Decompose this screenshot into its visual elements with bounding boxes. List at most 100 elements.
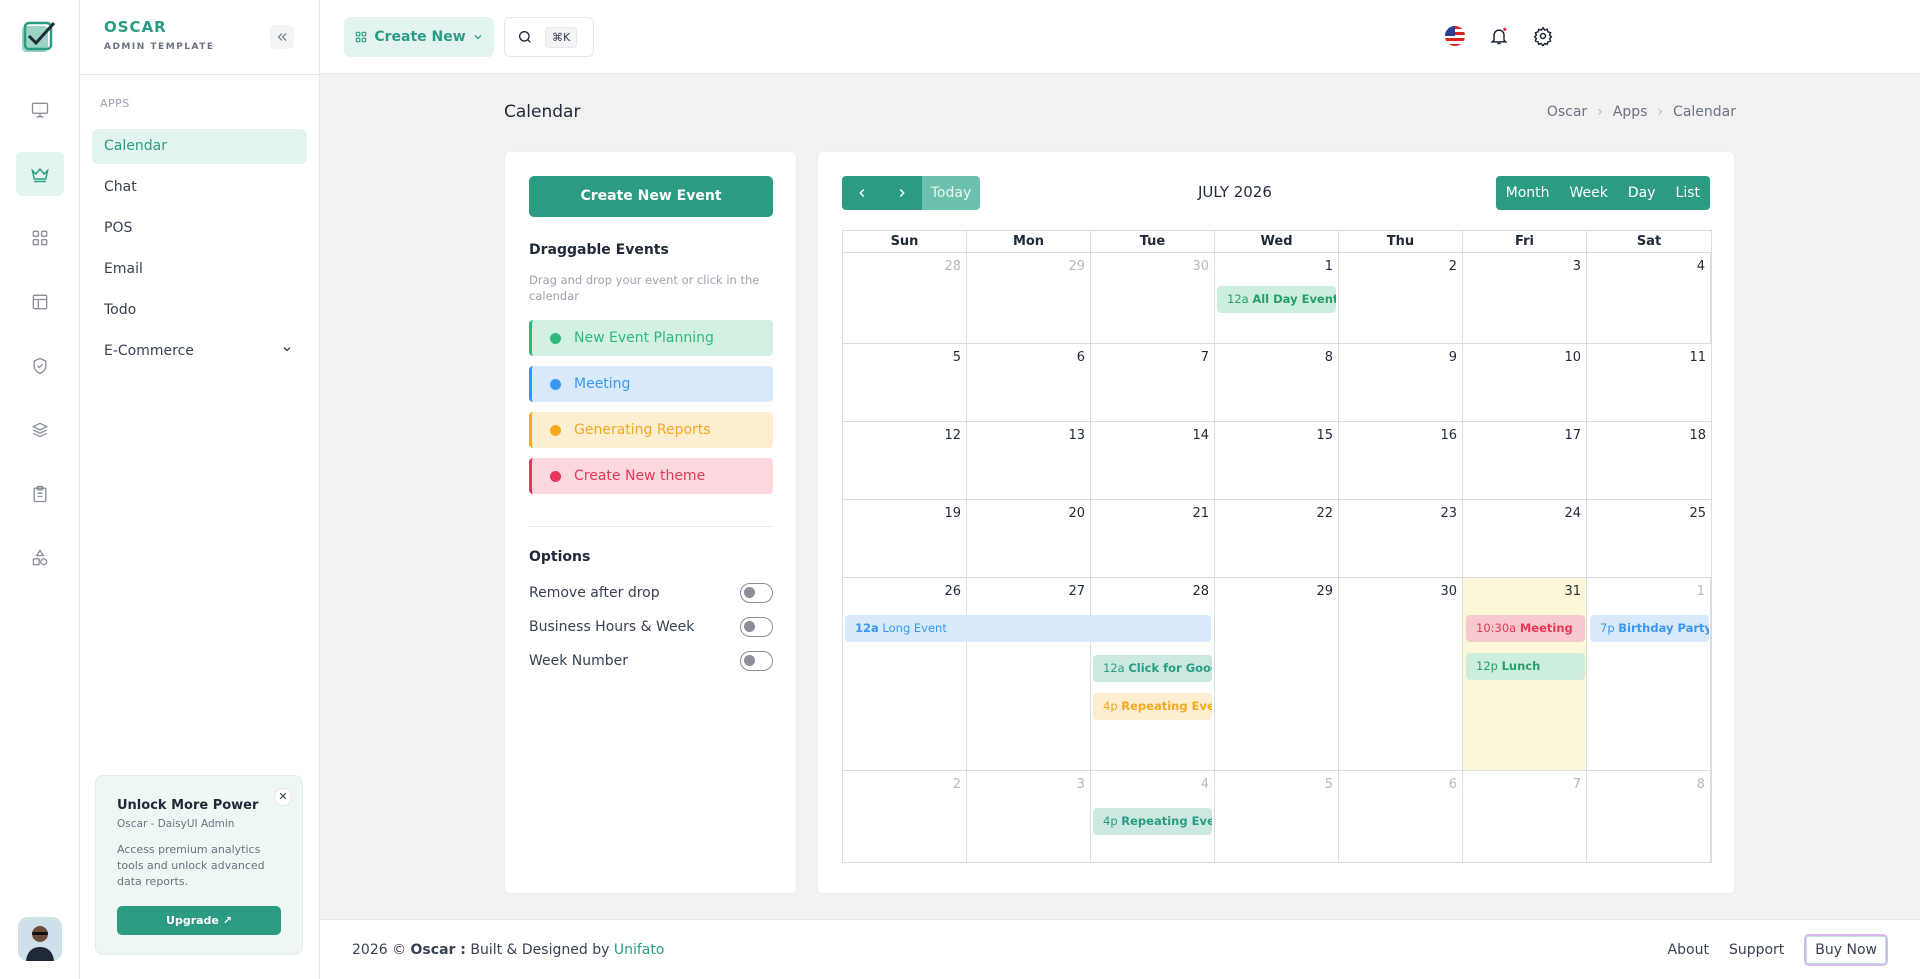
footer-author-link[interactable]: Unifato bbox=[614, 942, 665, 958]
search-icon bbox=[519, 31, 531, 43]
calendar-event[interactable]: 4p Repeating Event bbox=[1093, 693, 1212, 720]
layout-icon[interactable] bbox=[16, 280, 64, 324]
day-cell[interactable]: 3 bbox=[967, 771, 1091, 862]
view-list-button[interactable]: List bbox=[1666, 176, 1710, 210]
gear-icon[interactable] bbox=[1531, 24, 1555, 48]
day-cell[interactable]: 20 bbox=[967, 500, 1091, 577]
buy-now-button[interactable]: Buy Now bbox=[1804, 934, 1888, 966]
draggable-event[interactable]: Meeting bbox=[529, 366, 773, 402]
next-month-button[interactable] bbox=[882, 176, 922, 210]
crown-icon[interactable] bbox=[16, 152, 64, 196]
prev-month-button[interactable] bbox=[842, 176, 882, 210]
sidebar-item-email[interactable]: Email bbox=[92, 252, 307, 287]
day-cell[interactable]: 29 bbox=[967, 253, 1091, 343]
about-link[interactable]: About bbox=[1668, 942, 1709, 958]
view-month-button[interactable]: Month bbox=[1496, 176, 1560, 210]
draggable-event[interactable]: Generating Reports bbox=[529, 412, 773, 448]
event-time: 12a bbox=[1103, 661, 1125, 675]
calendar-event[interactable]: 12a Long Event bbox=[845, 615, 1211, 642]
support-link[interactable]: Support bbox=[1729, 942, 1784, 958]
calendar-event[interactable]: 12p Lunch bbox=[1466, 653, 1585, 680]
upgrade-button[interactable]: Upgrade ↗ bbox=[117, 906, 281, 935]
remove-after-drop-toggle[interactable] bbox=[740, 583, 773, 603]
draggable-help-text: Drag and drop your event or click in the… bbox=[529, 273, 760, 303]
sidebar-item-chat[interactable]: Chat bbox=[92, 170, 307, 205]
business-hours-toggle[interactable] bbox=[740, 617, 773, 637]
sidebar-item-ecommerce[interactable]: E-Commerce bbox=[92, 334, 307, 369]
sidebar-item-todo[interactable]: Todo bbox=[92, 293, 307, 328]
day-cell[interactable]: 23 bbox=[1339, 500, 1463, 577]
day-cell[interactable]: 27 bbox=[967, 578, 1091, 770]
day-cell[interactable]: 11 bbox=[1587, 344, 1711, 421]
day-cell[interactable]: 30 bbox=[1091, 253, 1215, 343]
day-cell[interactable]: 7 bbox=[1091, 344, 1215, 421]
shield-check-icon[interactable] bbox=[16, 344, 64, 388]
day-cell[interactable]: 15 bbox=[1215, 422, 1339, 499]
event-title: Lunch bbox=[1501, 659, 1541, 673]
sidebar-item-pos[interactable]: POS bbox=[92, 211, 307, 246]
day-cell[interactable]: 21 bbox=[1091, 500, 1215, 577]
day-cell[interactable]: 25 bbox=[1587, 500, 1711, 577]
day-cell[interactable]: 26 bbox=[843, 578, 967, 770]
day-cell[interactable]: 2 bbox=[1339, 253, 1463, 343]
day-cell[interactable]: 8 bbox=[1215, 344, 1339, 421]
day-cell[interactable]: 22 bbox=[1215, 500, 1339, 577]
search-button[interactable]: ⌘K bbox=[504, 17, 594, 57]
calendar-event[interactable]: 12a All Day Event bbox=[1217, 286, 1336, 313]
day-cell[interactable]: 6 bbox=[1339, 771, 1463, 862]
day-cell[interactable]: 6 bbox=[967, 344, 1091, 421]
promo-subtitle: Oscar - DaisyUI Admin bbox=[117, 818, 235, 830]
day-cell[interactable]: 10 bbox=[1463, 344, 1587, 421]
shapes-icon[interactable] bbox=[16, 536, 64, 580]
layers-icon[interactable] bbox=[16, 408, 64, 452]
day-cell[interactable]: 13 bbox=[967, 422, 1091, 499]
day-cell[interactable]: 24 bbox=[1463, 500, 1587, 577]
day-cell[interactable]: 2 bbox=[843, 771, 967, 862]
sidebar-item-calendar[interactable]: Calendar bbox=[92, 129, 307, 164]
day-cell[interactable]: 29 bbox=[1215, 578, 1339, 770]
day-cell[interactable]: 17 bbox=[1463, 422, 1587, 499]
close-icon[interactable]: ✕ bbox=[274, 788, 292, 806]
day-cell[interactable]: 30 bbox=[1339, 578, 1463, 770]
breadcrumb-item[interactable]: Apps bbox=[1613, 104, 1648, 120]
logo-icon[interactable] bbox=[20, 20, 56, 54]
view-week-button[interactable]: Week bbox=[1560, 176, 1618, 210]
clipboard-icon[interactable] bbox=[16, 472, 64, 516]
breadcrumb-item[interactable]: Oscar bbox=[1547, 104, 1587, 120]
day-cell[interactable]: 16 bbox=[1339, 422, 1463, 499]
day-cell[interactable]: 8 bbox=[1587, 771, 1711, 862]
collapse-sidebar-button[interactable] bbox=[270, 25, 294, 49]
us-flag-icon[interactable] bbox=[1443, 24, 1467, 48]
draggable-event[interactable]: Create New theme bbox=[529, 458, 773, 494]
week-number-toggle[interactable] bbox=[740, 651, 773, 671]
day-cell[interactable]: 5 bbox=[1215, 771, 1339, 862]
day-cell[interactable]: 14 bbox=[1091, 422, 1215, 499]
bell-icon[interactable] bbox=[1487, 24, 1511, 48]
events-panel: Create New Event Draggable Events Drag a… bbox=[504, 151, 797, 894]
grid-icon[interactable] bbox=[16, 216, 64, 260]
day-cell[interactable]: 19 bbox=[843, 500, 967, 577]
monitor-icon[interactable] bbox=[16, 88, 64, 132]
view-switcher: Month Week Day List bbox=[1495, 176, 1710, 210]
day-cell[interactable]: 5 bbox=[843, 344, 967, 421]
day-cell[interactable]: 4 bbox=[1587, 253, 1711, 343]
view-day-button[interactable]: Day bbox=[1618, 176, 1666, 210]
day-cell[interactable]: 12 bbox=[843, 422, 967, 499]
calendar-event[interactable]: 7p Birthday Party bbox=[1590, 615, 1709, 642]
upgrade-promo: ✕ Unlock More Power Oscar - DaisyUI Admi… bbox=[95, 775, 303, 955]
day-cell[interactable]: 18 bbox=[1587, 422, 1711, 499]
create-new-button[interactable]: Create New bbox=[344, 17, 494, 57]
today-button[interactable]: Today bbox=[922, 176, 980, 210]
day-cell[interactable]: 28 bbox=[843, 253, 967, 343]
calendar-event[interactable]: 12a Click for Google bbox=[1093, 655, 1212, 682]
day-cell[interactable]: 3 bbox=[1463, 253, 1587, 343]
create-event-button[interactable]: Create New Event bbox=[529, 176, 773, 217]
avatar[interactable] bbox=[18, 917, 62, 961]
calendar-event[interactable]: 10:30a Meeting bbox=[1466, 615, 1585, 642]
day-cell[interactable]: 1 bbox=[1587, 578, 1711, 770]
calendar-event[interactable]: 4p Repeating Event bbox=[1093, 808, 1212, 835]
day-number: 21 bbox=[1192, 506, 1209, 521]
day-cell[interactable]: 9 bbox=[1339, 344, 1463, 421]
draggable-event[interactable]: New Event Planning bbox=[529, 320, 773, 356]
day-cell[interactable]: 7 bbox=[1463, 771, 1587, 862]
